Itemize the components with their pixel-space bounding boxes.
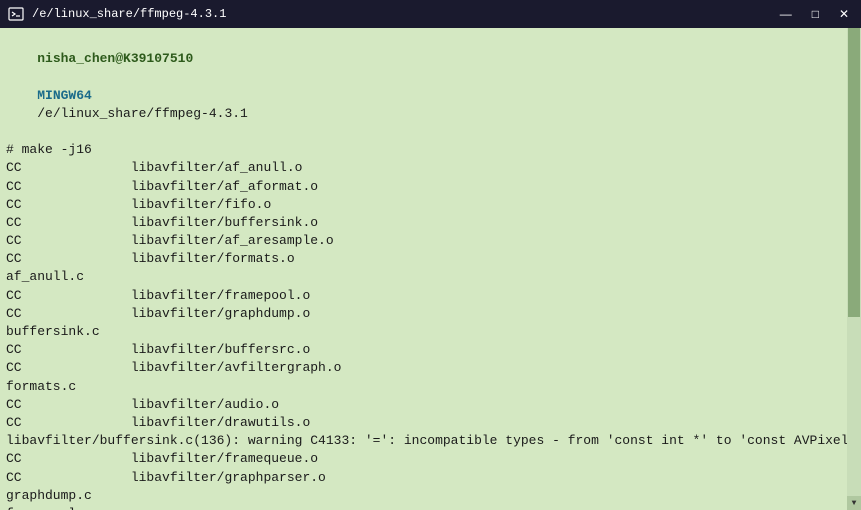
terminal-line-3: CC libavfilter/fifo.o [6,196,855,214]
terminal-line-6: CC libavfilter/formats.o [6,250,855,268]
title-bar-title: /e/linux_share/ffmpeg-4.3.1 [32,7,226,21]
terminal-line-10: buffersink.c [6,323,855,341]
terminal-line-20: framepool.c [6,505,855,510]
prompt-path: /e/linux_share/ffmpeg-4.3.1 [37,106,248,121]
terminal-line-7: af_anull.c [6,268,855,286]
scrollbar-arrow-down[interactable]: ▼ [847,496,861,510]
close-button[interactable]: ✕ [835,6,853,22]
title-bar-controls: — □ ✕ [776,6,853,22]
terminal-line-19: graphdump.c [6,487,855,505]
minimize-button[interactable]: — [776,6,796,22]
terminal-line-4: CC libavfilter/buffersink.o [6,214,855,232]
terminal-line-12: CC libavfilter/avfiltergraph.o [6,359,855,377]
terminal-line-1: CC libavfilter/af_anull.o [6,159,855,177]
terminal-line-13: formats.c [6,378,855,396]
prompt-line: nisha_chen@K39107510 MINGW64 /e/linux_sh… [6,32,855,141]
maximize-button[interactable]: □ [808,6,823,22]
terminal-line-8: CC libavfilter/framepool.o [6,287,855,305]
terminal-lines: # make -j16CC libavfilter/af_anull.oCC l… [6,141,855,510]
title-bar-left: /e/linux_share/ffmpeg-4.3.1 [8,6,226,22]
terminal-icon [8,6,24,22]
scrollbar-thumb[interactable] [848,28,860,317]
terminal-line-14: CC libavfilter/audio.o [6,396,855,414]
terminal-line-16: libavfilter/buffersink.c(136): warning C… [6,432,855,450]
scrollbar[interactable]: ▼ [847,28,861,510]
terminal-line-15: CC libavfilter/drawutils.o [6,414,855,432]
terminal-line-0: # make -j16 [6,141,855,159]
prompt-user: nisha_chen@K39107510 [37,51,193,66]
terminal-line-5: CC libavfilter/af_aresample.o [6,232,855,250]
terminal-line-17: CC libavfilter/framequeue.o [6,450,855,468]
terminal-line-2: CC libavfilter/af_aformat.o [6,178,855,196]
terminal-line-18: CC libavfilter/graphparser.o [6,469,855,487]
prompt-space [37,69,45,84]
terminal-line-11: CC libavfilter/buffersrc.o [6,341,855,359]
terminal-body: nisha_chen@K39107510 MINGW64 /e/linux_sh… [0,28,861,510]
terminal-line-9: CC libavfilter/graphdump.o [6,305,855,323]
title-bar: /e/linux_share/ffmpeg-4.3.1 — □ ✕ [0,0,861,28]
prompt-mingw: MINGW64 [37,88,92,103]
